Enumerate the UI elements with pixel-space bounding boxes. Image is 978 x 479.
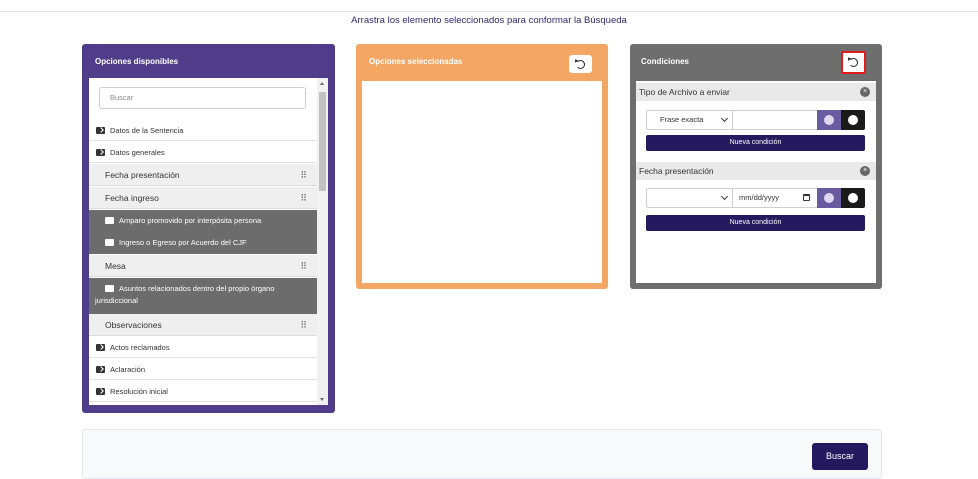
list-item-field[interactable]: Mesa ⠿ <box>89 255 317 277</box>
drag-handle-icon[interactable]: ⠿ <box>300 255 307 277</box>
list-item-label: Actos reclamados <box>110 343 170 352</box>
check-icon <box>824 115 834 125</box>
selected-options-panel: Opciones seleccionadas <box>356 44 608 289</box>
list-item-label: Amparo promovido por interpósita persona <box>119 216 262 225</box>
scroll-up-icon[interactable] <box>320 82 324 85</box>
scrollbar-thumb[interactable] <box>319 92 326 191</box>
condition-value-input[interactable] <box>733 111 817 129</box>
list-item-label: Fecha presentación <box>105 170 180 180</box>
conditions-list: Tipo de Archivo a enviar × Frase exacta … <box>636 81 876 283</box>
condition-controls: mm/dd/yyyy <box>646 188 865 208</box>
condition-label: Fecha presentación <box>639 166 714 176</box>
undo-icon <box>849 58 858 67</box>
available-options-panel: Opciones disponibles Buscar Datos de la … <box>82 44 335 413</box>
scroll-down-icon[interactable] <box>320 398 324 401</box>
remove-condition-icon[interactable]: × <box>860 166 870 176</box>
condition-header: Fecha presentación × <box>636 162 876 180</box>
selected-options-dropzone[interactable] <box>362 81 602 283</box>
operator-select[interactable] <box>647 189 733 207</box>
date-input[interactable]: mm/dd/yyyy <box>733 189 817 207</box>
list-item-subfolder[interactable]: Asuntos relacionados dentro del propio ó… <box>89 278 317 314</box>
reset-selected-button[interactable] <box>569 55 592 73</box>
close-icon <box>848 115 858 125</box>
close-icon <box>848 193 858 203</box>
search-button[interactable]: Buscar <box>812 443 868 470</box>
confirm-condition-button[interactable] <box>817 110 841 130</box>
list-item-field[interactable]: Fecha ingreso ⠿ <box>89 187 317 209</box>
conditions-panel: Condiciones Tipo de Archivo a enviar × F… <box>630 44 882 289</box>
folder-plus-icon <box>96 388 105 395</box>
folder-icon <box>105 285 114 292</box>
confirm-condition-button[interactable] <box>817 188 841 208</box>
operator-value: Frase exacta <box>660 115 704 124</box>
condition-controls: Frase exacta <box>646 110 865 130</box>
list-item-label: Datos generales <box>110 148 165 157</box>
list-item-subfolder[interactable]: Amparo promovido por interpósita persona <box>89 210 317 232</box>
search-footer: Buscar <box>82 429 882 479</box>
list-item-field[interactable]: Fecha presentación ⠿ <box>89 164 317 186</box>
clear-condition-button[interactable] <box>841 188 865 208</box>
remove-condition-icon[interactable]: × <box>860 87 870 97</box>
list-item-folder[interactable]: Resolución inicial <box>89 381 317 402</box>
chevron-down-icon <box>720 114 729 123</box>
list-item-label: Asuntos relacionados dentro del propio ó… <box>95 284 275 305</box>
list-item-folder[interactable]: Aclaración <box>89 359 317 380</box>
scrollbar[interactable] <box>317 78 328 405</box>
condition-label: Tipo de Archivo a enviar <box>639 87 730 97</box>
search-input[interactable]: Buscar <box>99 87 306 109</box>
list-item-label: Datos de la Sentencia <box>110 126 184 135</box>
conditions-title: Condiciones <box>641 57 690 66</box>
check-icon <box>824 193 834 203</box>
instruction-text: Arrastra los elemento seleccionados para… <box>351 15 627 26</box>
drag-handle-icon[interactable]: ⠿ <box>300 187 307 209</box>
drag-handle-icon[interactable]: ⠿ <box>300 314 307 336</box>
list-item-folder[interactable]: Datos generales <box>89 142 317 163</box>
folder-plus-icon <box>96 366 105 373</box>
condition-header: Tipo de Archivo a enviar × <box>636 83 876 101</box>
selected-options-title: Opciones seleccionadas <box>369 57 463 66</box>
undo-icon <box>576 59 585 69</box>
new-condition-button[interactable]: Nueva condición <box>646 215 865 231</box>
list-item-folder[interactable]: Actos reclamados <box>89 337 317 358</box>
folder-plus-icon <box>96 149 105 156</box>
list-item-folder[interactable]: Datos de la Sentencia <box>89 120 317 141</box>
list-item-label: Aclaración <box>110 365 146 374</box>
list-item-subfolder[interactable]: Ingreso o Egreso por Acuerdo del CJF <box>89 232 317 254</box>
folder-icon <box>105 217 114 224</box>
list-item-label: Fecha ingreso <box>105 193 159 203</box>
calendar-icon[interactable] <box>803 194 810 201</box>
list-item-label: Resolución inicial <box>110 387 168 396</box>
list-item-label: Mesa <box>105 261 126 271</box>
chevron-down-icon <box>720 192 729 201</box>
folder-plus-icon <box>96 127 105 134</box>
operator-select[interactable]: Frase exacta <box>647 111 733 129</box>
available-options-title: Opciones disponibles <box>95 57 179 66</box>
list-item-label: Ingreso o Egreso por Acuerdo del CJF <box>119 238 247 247</box>
reset-conditions-button[interactable] <box>841 51 866 74</box>
list-item-field[interactable]: Observaciones ⠿ <box>89 314 317 336</box>
top-divider <box>0 11 978 12</box>
drag-handle-icon[interactable]: ⠿ <box>300 164 307 186</box>
date-value: mm/dd/yyyy <box>739 193 780 202</box>
available-options-list[interactable]: Buscar Datos de la Sentencia Datos gener… <box>89 78 328 405</box>
new-condition-button[interactable]: Nueva condición <box>646 135 865 151</box>
clear-condition-button[interactable] <box>841 110 865 130</box>
list-item-label: Observaciones <box>105 320 162 330</box>
folder-icon <box>105 239 114 246</box>
folder-plus-icon <box>96 344 105 351</box>
